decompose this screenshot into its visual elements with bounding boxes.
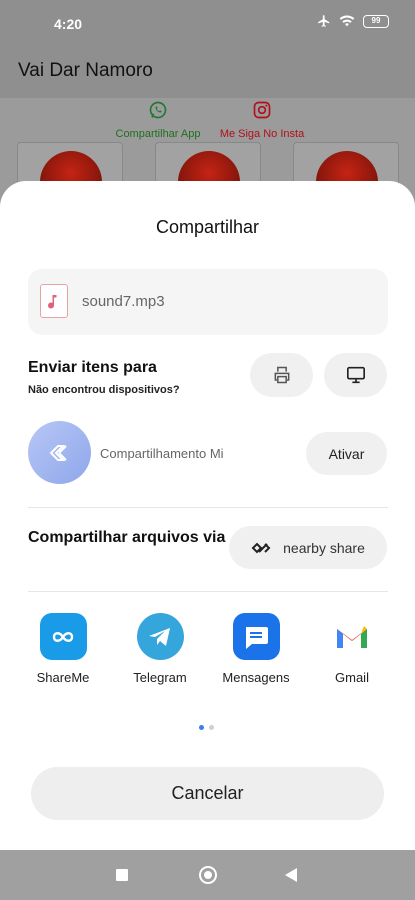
app-label: Telegram [133, 670, 187, 685]
messages-icon [232, 613, 280, 660]
app-title: Vai Dar Namoro [18, 60, 153, 81]
nearby-share-label: nearby share [283, 539, 365, 556]
music-note-icon [48, 295, 57, 309]
print-button[interactable] [250, 353, 313, 397]
share-app-button[interactable]: Compartilhar App [108, 100, 208, 140]
no-devices-link[interactable]: Não encontrou dispositivos? [28, 384, 180, 396]
battery-icon: 99 [363, 14, 389, 28]
instagram-button[interactable]: Me Siga No Insta [212, 100, 312, 140]
status-icons: 99 [317, 14, 389, 28]
status-time: 4:20 [54, 16, 83, 32]
sheet-title: Compartilhar [155, 217, 260, 237]
monitor-icon [346, 366, 365, 384]
navigation-bar [0, 850, 415, 900]
file-preview: sound7.mp3 [28, 269, 388, 335]
recents-icon[interactable] [116, 869, 128, 881]
instagram-label: Me Siga No Insta [219, 128, 305, 140]
app-label: Mensagens [222, 670, 290, 685]
mi-share-icon [28, 421, 91, 484]
nearby-share-icon [251, 542, 271, 553]
app-telegram[interactable]: Telegram [118, 613, 202, 685]
activate-button[interactable]: Ativar [306, 432, 387, 475]
cancel-button[interactable]: Cancelar [31, 767, 384, 820]
nearby-share-button[interactable]: nearby share [229, 526, 387, 569]
gmail-icon [328, 613, 376, 660]
app-bar: Vai Dar Namoro [0, 48, 415, 98]
status-bar: 4:20 99 [0, 0, 415, 48]
send-items-title: Enviar itens para [28, 359, 157, 376]
app-mensagens[interactable]: Mensagens [214, 613, 298, 685]
share-sheet: Compartilhar sound7.mp3 Enviar itens par… [0, 181, 415, 850]
page-indicator [199, 725, 214, 730]
share-app-label: Compartilhar App [115, 128, 201, 140]
back-icon[interactable] [285, 868, 297, 882]
audio-file-icon [40, 284, 68, 318]
divider [28, 591, 388, 592]
wifi-icon [339, 15, 355, 27]
cast-screen-button[interactable] [324, 353, 387, 397]
telegram-icon [136, 613, 184, 660]
share-apps-row: ShareMe Telegram Mensagens Gmail [0, 613, 415, 693]
shareme-icon [39, 613, 87, 660]
mi-share-logo-icon [49, 444, 67, 461]
page-dot-active [199, 725, 204, 730]
page-dot [209, 725, 214, 730]
home-icon[interactable] [199, 866, 217, 884]
airplane-mode-icon [318, 15, 330, 27]
whatsapp-icon [149, 101, 167, 119]
app-gmail[interactable]: Gmail [310, 613, 394, 685]
app-shareme[interactable]: ShareMe [21, 613, 105, 685]
printer-icon [274, 366, 289, 384]
mi-share-label: Compartilhamento Mi [100, 446, 224, 461]
share-via-title: Compartilhar arquivos via [28, 529, 226, 546]
app-label: ShareMe [36, 670, 90, 685]
file-name: sound7.mp3 [82, 293, 165, 310]
app-label: Gmail [335, 670, 369, 685]
instagram-icon [253, 101, 271, 119]
divider [28, 507, 388, 508]
